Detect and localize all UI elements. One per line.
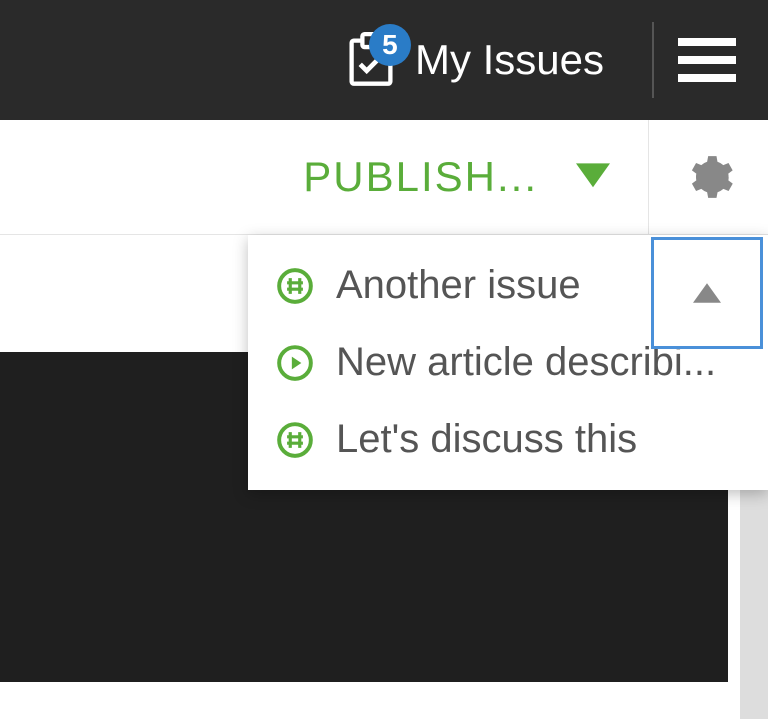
publish-label: PUBLISH... [303, 153, 538, 201]
gear-icon [684, 152, 734, 202]
triangle-up-icon [693, 282, 721, 304]
hash-icon [276, 421, 314, 459]
clipboard-icon: 5 [345, 32, 397, 88]
hash-icon [276, 267, 314, 305]
scroll-up-button[interactable] [651, 237, 763, 349]
caret-down-icon [576, 153, 610, 201]
dropdown-item-discuss[interactable]: Let's discuss this [248, 401, 768, 478]
issues-count-badge: 5 [369, 24, 411, 66]
play-icon [276, 344, 314, 382]
my-issues-label: My Issues [415, 36, 604, 84]
dropdown-item-label: Let's discuss this [336, 417, 637, 462]
topbar: 5 My Issues [0, 0, 768, 120]
settings-button[interactable] [648, 120, 768, 235]
publish-dropdown-button[interactable]: PUBLISH... [303, 153, 648, 201]
dropdown-item-label: Another issue [336, 263, 581, 308]
hamburger-menu-icon[interactable] [678, 38, 736, 82]
action-bar: PUBLISH... [0, 120, 768, 235]
topbar-divider [652, 22, 654, 98]
my-issues-button[interactable]: 5 My Issues [345, 32, 604, 88]
